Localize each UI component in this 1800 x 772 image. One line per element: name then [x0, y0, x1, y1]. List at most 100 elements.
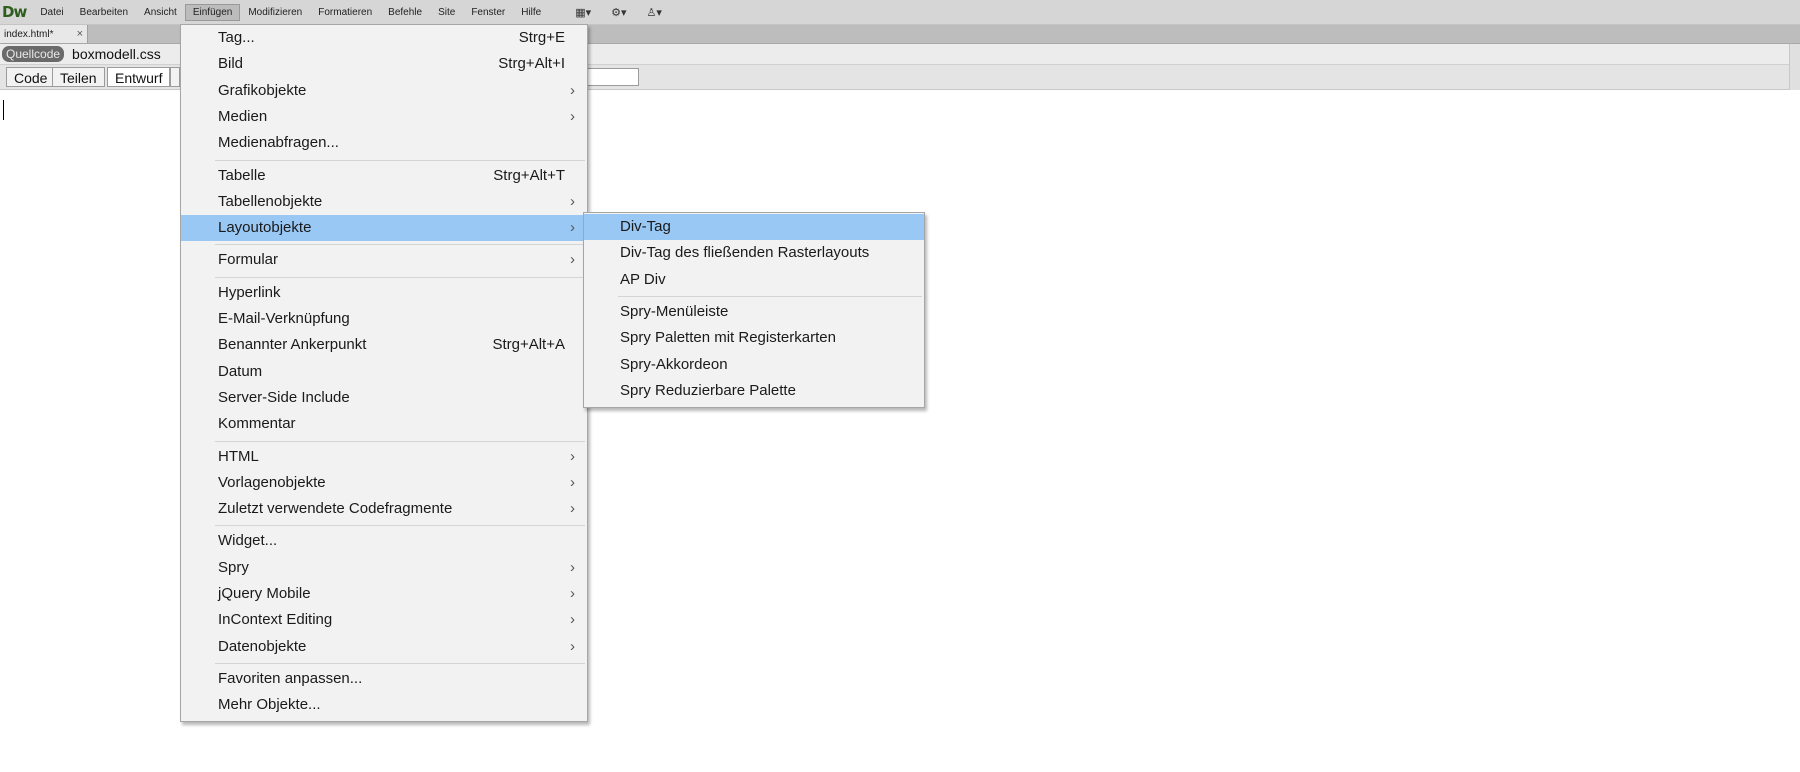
- menu-item-kommentar[interactable]: Kommentar: [181, 411, 587, 437]
- code-view-button[interactable]: Code: [6, 67, 56, 87]
- menu-item-favoriten-anpassen[interactable]: Favoriten anpassen...: [181, 666, 587, 692]
- menu-item-spry-akkordeon[interactable]: Spry-Akkordeon: [584, 352, 924, 378]
- menu-item-shortcut: Strg+E: [518, 29, 565, 46]
- menu-item-label: Tag...: [218, 29, 255, 46]
- menu-site[interactable]: Site: [430, 4, 463, 21]
- menu-item-label: HTML: [218, 447, 259, 465]
- menu-separator: [215, 244, 585, 246]
- chevron-right-icon: ›: [570, 447, 575, 465]
- menu-item-label: Server-Side Include: [218, 388, 350, 406]
- menu-item-medienabfragen[interactable]: Medienabfragen...: [181, 130, 587, 156]
- menu-item-label: Tabellenobjekte: [218, 192, 323, 210]
- menu-item-label: Spry Paletten mit Registerkarten: [620, 329, 836, 347]
- user-icon[interactable]: ♙▾: [637, 6, 672, 19]
- menu-item-mehr-objekte[interactable]: Mehr Objekte...: [181, 692, 587, 718]
- document-tab-label: index.html*: [4, 28, 54, 40]
- menu-item-formular[interactable]: Formular ›: [181, 247, 587, 273]
- menu-item-layoutobjekte[interactable]: Layoutobjekte ›: [181, 215, 587, 242]
- menu-item-hyperlink[interactable]: Hyperlink: [181, 280, 587, 306]
- menu-datei[interactable]: Datei: [32, 4, 71, 21]
- source-code-button[interactable]: Quellcode: [2, 46, 65, 62]
- design-view-button[interactable]: Entwurf: [107, 67, 171, 87]
- scrollbar[interactable]: [1789, 44, 1800, 90]
- text-cursor: [3, 100, 4, 120]
- menu-item-datenobjekte[interactable]: Datenobjekte ›: [181, 634, 587, 660]
- menu-item-label: Benannter Ankerpunkt: [218, 336, 367, 354]
- chevron-right-icon: ›: [570, 473, 575, 491]
- gear-icon[interactable]: ⚙▾: [601, 6, 636, 19]
- menu-item-label: Tabelle: [218, 166, 266, 184]
- menu-item-label: Div-Tag des fließenden Rasterlayouts: [620, 244, 870, 262]
- menu-item-label: jQuery Mobile: [218, 585, 311, 602]
- menu-item-e-mail-verknupfung[interactable]: E-Mail-Verknüpfung: [181, 306, 587, 332]
- menu-item-server-side-include[interactable]: Server-Side Include: [181, 385, 587, 411]
- document-tab[interactable]: index.html* ×: [0, 25, 88, 43]
- menu-item-jquery-mobile[interactable]: jQuery Mobile ›: [181, 581, 587, 607]
- menu-item-vorlagenobjekte[interactable]: Vorlagenobjekte ›: [181, 470, 587, 496]
- menu-item-benannter-ankerpunkt[interactable]: Benannter Ankerpunkt Strg+Alt+A: [181, 332, 587, 358]
- menu-item-ap-div[interactable]: AP Div: [584, 267, 924, 293]
- menu-item-label: Spry-Menüleiste: [620, 302, 729, 320]
- dreamweaver-logo: Dw: [2, 3, 27, 21]
- menu-item-label: Zuletzt verwendete Codefragmente: [218, 500, 453, 518]
- menu-item-spry-paletten-mit-registerkarten[interactable]: Spry Paletten mit Registerkarten: [584, 325, 924, 351]
- chevron-right-icon: ›: [570, 611, 575, 629]
- chevron-right-icon: ›: [570, 107, 575, 125]
- menu-hilfe[interactable]: Hilfe: [513, 4, 549, 21]
- menu-item-label: AP Div: [620, 270, 666, 288]
- related-file-link[interactable]: boxmodell.css: [72, 46, 161, 62]
- menu-formatieren[interactable]: Formatieren: [310, 4, 380, 21]
- chevron-right-icon: ›: [570, 192, 575, 210]
- layout-icon[interactable]: ▦▾: [565, 6, 601, 19]
- menu-item-label: Datenobjekte: [218, 637, 307, 655]
- menu-item-tabelle[interactable]: Tabelle Strg+Alt+T: [181, 163, 587, 189]
- menu-item-tabellenobjekte[interactable]: Tabellenobjekte ›: [181, 189, 587, 215]
- menu-item-datum[interactable]: Datum: [181, 359, 587, 385]
- menu-item-div-tag-des-fliessenden-rasterlayouts[interactable]: Div-Tag des fließenden Rasterlayouts: [584, 240, 924, 266]
- menu-item-div-tag[interactable]: Div-Tag: [584, 214, 924, 240]
- menu-separator: [215, 159, 585, 161]
- menu-ansicht[interactable]: Ansicht: [136, 4, 185, 21]
- menu-item-html[interactable]: HTML ›: [181, 444, 587, 470]
- menu-fenster[interactable]: Fenster: [463, 4, 513, 21]
- insert-menu: Tag... Strg+E Bild Strg+Alt+I Grafikobjekte ›…: [180, 24, 588, 722]
- view-button-edge: [170, 67, 180, 87]
- menu-item-spry[interactable]: Spry ›: [181, 555, 587, 581]
- menubar-items: Datei Bearbeiten Ansicht Einfügen Modifizier…: [32, 3, 549, 21]
- menu-item-medien[interactable]: Medien ›: [181, 104, 587, 130]
- menu-bearbeiten[interactable]: Bearbeiten: [72, 4, 136, 21]
- menu-item-zuletzt-verwendete-codefragmente[interactable]: Zuletzt verwendete Codefragmente ›: [181, 496, 587, 522]
- menu-item-tag[interactable]: Tag... Strg+E: [181, 25, 587, 51]
- menu-einfugen[interactable]: Einfügen: [184, 3, 241, 21]
- menu-item-spry-reduzierbare-palette[interactable]: Spry Reduzierbare Palette: [584, 378, 924, 404]
- menu-item-label: Grafikobjekte: [218, 81, 307, 99]
- menu-item-bild[interactable]: Bild Strg+Alt+I: [181, 51, 587, 77]
- menu-item-label: Hyperlink: [218, 283, 281, 301]
- close-icon[interactable]: ×: [77, 28, 83, 40]
- menu-item-label: Spry-Akkordeon: [620, 355, 728, 373]
- menu-item-label: Favoriten anpassen...: [218, 669, 363, 687]
- menu-item-widget[interactable]: Widget...: [181, 528, 587, 554]
- menu-item-shortcut: Strg+Alt+A: [492, 336, 565, 354]
- menu-item-spry-menuleiste[interactable]: Spry-Menüleiste: [584, 299, 924, 325]
- menu-item-label: Medien: [218, 107, 268, 125]
- document-title-input[interactable]: [585, 68, 639, 86]
- menu-befehle[interactable]: Befehle: [380, 4, 430, 21]
- menu-item-label: Formular: [218, 251, 279, 269]
- chevron-right-icon: ›: [570, 585, 575, 602]
- menu-modifizieren[interactable]: Modifizieren: [240, 4, 310, 21]
- chevron-right-icon: ›: [570, 251, 575, 269]
- menu-item-label: Kommentar: [218, 415, 296, 433]
- menu-separator: [618, 295, 922, 297]
- menu-item-incontext-editing[interactable]: InContext Editing ›: [181, 607, 587, 633]
- menu-separator: [215, 525, 585, 527]
- menu-item-label: Div-Tag: [620, 218, 671, 235]
- menu-item-label: E-Mail-Verknüpfung: [218, 310, 350, 327]
- menubar-tools: ▦▾ ⚙▾ ♙▾: [565, 6, 672, 19]
- menu-item-grafikobjekte[interactable]: Grafikobjekte ›: [181, 78, 587, 104]
- split-view-button[interactable]: Teilen: [52, 67, 105, 87]
- menu-item-label: Medienabfragen...: [218, 134, 339, 152]
- menu-separator: [215, 662, 585, 664]
- chevron-right-icon: ›: [570, 637, 575, 655]
- menu-item-label: Datum: [218, 362, 263, 380]
